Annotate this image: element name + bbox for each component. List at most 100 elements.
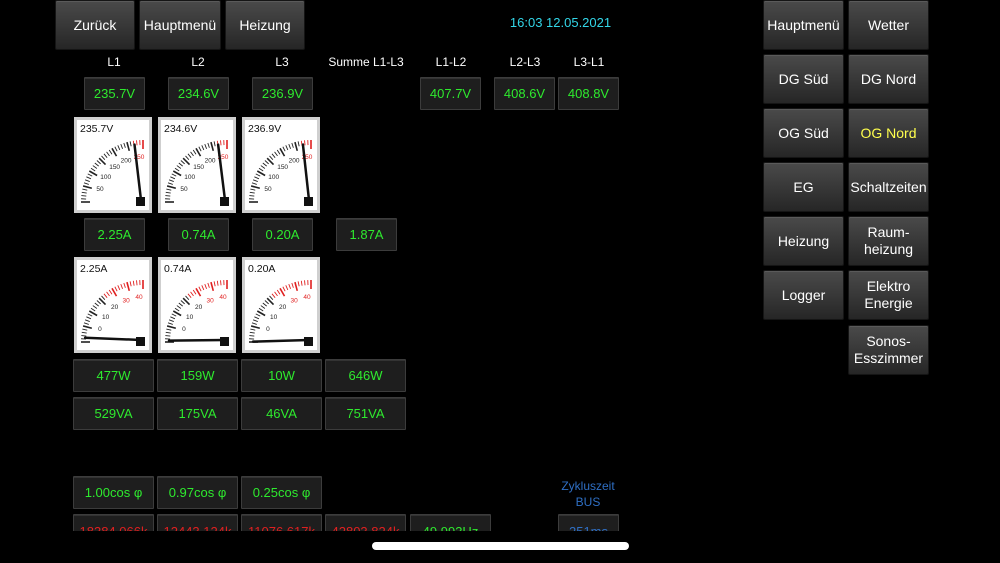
gauge-scale-label: 100 (268, 174, 279, 181)
gauge-tick (213, 281, 216, 287)
gauge-tick (250, 328, 256, 331)
gauge-tick (81, 331, 87, 334)
gauge-tick (291, 142, 294, 148)
gauge-tick (120, 143, 123, 149)
gauge-tick (180, 300, 185, 305)
gauge-tick (166, 188, 172, 191)
og-north-button[interactable]: OG Nord (848, 108, 929, 158)
gauge-tick (136, 140, 138, 146)
gauge-scale-label: 0 (98, 326, 102, 333)
gauge-reading-label: 0.20A (248, 263, 275, 275)
gauge-tick (114, 286, 118, 292)
side-heating-button[interactable]: Heizung (763, 216, 844, 266)
gauge-reading-label: 0.74A (164, 263, 191, 275)
dg-south-button[interactable]: DG Süd (763, 54, 844, 104)
gauge-tick (210, 141, 215, 152)
voltmeter-l2: 50 100 150 200 250 234.6V (158, 117, 236, 213)
power-w-l2: 159W (157, 359, 238, 392)
cosphi-l3: 0.25cos φ (241, 476, 322, 509)
logger-button[interactable]: Logger (763, 270, 844, 320)
gauge-scale-label: 150 (193, 164, 204, 171)
gauge-tick (251, 182, 257, 185)
date-time: 16:03 12.05.2021 (509, 15, 612, 30)
voltage-l3-l1: 408.8V (558, 77, 619, 110)
gauge-tick (262, 162, 267, 167)
gauge-tick (198, 286, 202, 292)
gauge-tick (185, 155, 190, 160)
gauge-tick (262, 302, 267, 307)
gauge-reading-label: 234.6V (164, 123, 197, 135)
cosphi-l1: 1.00cos φ (73, 476, 154, 509)
gauge-tick (260, 305, 266, 309)
schedules-button[interactable]: Schaltzeiten (848, 162, 929, 212)
gauge-tick (178, 162, 183, 167)
header-l1: L1 (107, 55, 121, 69)
gauge-tick (101, 295, 106, 300)
gauge-tick (207, 282, 210, 288)
gauge-tick (126, 281, 131, 292)
gauge-tick (108, 289, 113, 295)
eg-button[interactable]: EG (763, 162, 844, 212)
og-south-button[interactable]: OG Süd (763, 108, 844, 158)
gauge-scale-label: 30 (206, 297, 214, 304)
gauge-tick (87, 173, 93, 177)
gauge-tick (82, 325, 93, 330)
power-va-sum: 751VA (325, 397, 406, 430)
header-l1-l2: L1-L2 (435, 55, 467, 69)
gauge-tick (83, 322, 89, 325)
gauge-scale-label: 150 (277, 164, 288, 171)
gauge-needle-hub (220, 337, 229, 346)
gauge-reading-label: 235.7V (80, 123, 113, 135)
gauge-tick (190, 151, 194, 157)
header-l2: L2 (191, 55, 205, 69)
gauge-reading-label: 2.25A (80, 263, 107, 275)
back-button[interactable]: Zurück (55, 0, 135, 50)
side-main-menu-button[interactable]: Hauptmenü (763, 0, 844, 50)
header-l3-l1: L3-L1 (573, 55, 605, 69)
gauge-tick (251, 322, 257, 325)
gauge-tick (250, 188, 256, 191)
gauge-tick (87, 313, 93, 317)
gauge-tick (250, 185, 261, 190)
gauge-scale-label: 50 (96, 186, 104, 193)
voltage-l2: 234.6V (168, 77, 229, 110)
gauge-tick (192, 149, 197, 155)
gauge-tick (92, 165, 98, 169)
gauge-tick (132, 280, 135, 286)
gauge-tick (274, 291, 278, 297)
gauge-tick (82, 328, 88, 331)
gauge-tick (204, 283, 207, 289)
gauge-tick (210, 281, 215, 292)
room-heating-button[interactable]: Raum- heizung (848, 216, 929, 266)
power-va-l3: 46VA (241, 397, 322, 430)
gauge-scale-label: 50 (264, 186, 272, 193)
voltage-l2-l3: 408.6V (494, 77, 555, 110)
home-indicator[interactable] (372, 542, 629, 550)
gauge-tick (304, 280, 306, 286)
main-menu-button[interactable]: Hauptmenü (139, 0, 221, 50)
gauge-tick (276, 149, 281, 155)
gauge-tick (82, 188, 88, 191)
gauge-tick (264, 160, 269, 165)
gauge-tick (94, 302, 99, 307)
gauge-needle-hub (220, 197, 229, 206)
weather-button[interactable]: Wetter (848, 0, 929, 50)
heating-button[interactable]: Heizung (225, 0, 305, 50)
gauge-scale-label: 40 (219, 294, 227, 301)
gauge-tick (220, 280, 222, 286)
gauge-tick (120, 283, 123, 289)
gauge-tick (166, 328, 172, 331)
sonos-dining-button[interactable]: Sonos- Esszimmer (848, 325, 929, 375)
gauge-tick (81, 195, 87, 197)
gauge-tick (213, 141, 216, 147)
gauge-tick (269, 295, 274, 300)
gauge-tick (304, 140, 306, 146)
power-w-l1: 477W (73, 359, 154, 392)
gauge-tick (271, 293, 276, 298)
gauge-tick (165, 335, 171, 337)
electro-energy-button[interactable]: Elektro Energie (848, 270, 929, 320)
gauge-tick (271, 153, 276, 158)
gauge-needle (301, 143, 311, 202)
dg-north-button[interactable]: DG Nord (848, 54, 929, 104)
gauge-tick (94, 162, 99, 167)
